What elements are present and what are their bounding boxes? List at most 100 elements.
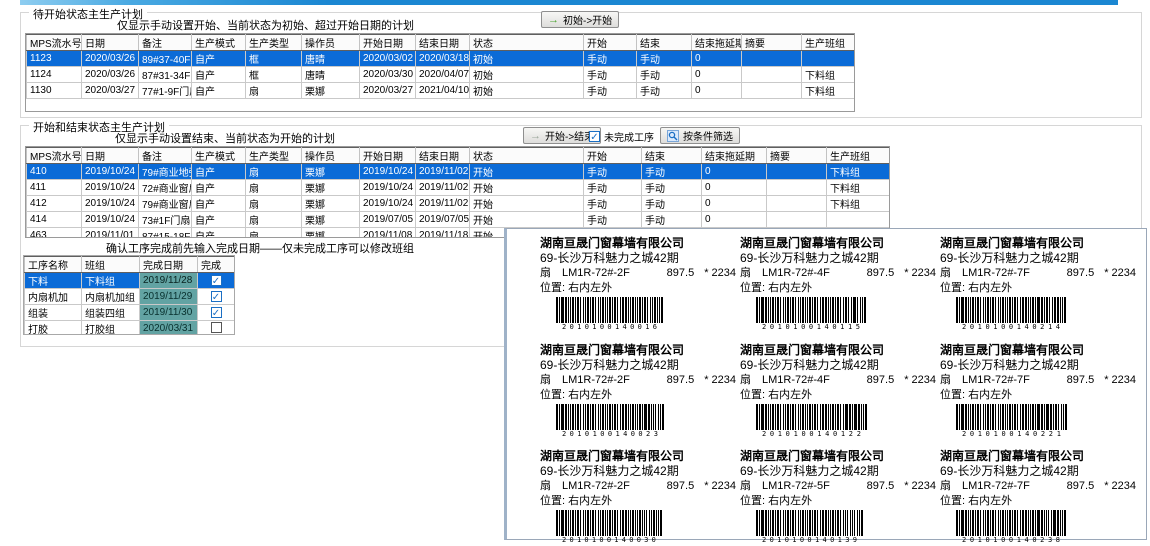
table-cell: 1130 [27, 83, 82, 99]
column-header[interactable]: 状态 [470, 35, 584, 51]
table-cell: 72#商业窗扇 [139, 180, 192, 196]
label-item-type: 扇 [740, 479, 762, 494]
column-header[interactable]: 结束 [637, 35, 692, 51]
column-header[interactable]: 操作员 [302, 148, 360, 164]
table-row[interactable]: 4102019/10/2479#商业地弹…自产扇栗娜2019/10/242019… [27, 164, 890, 180]
table-cell: 手动 [642, 196, 702, 212]
label-qty: * 2234 [904, 373, 936, 388]
table-cell: 栗娜 [302, 83, 360, 99]
label-model: LM1R-72#-2F [562, 373, 667, 388]
column-header[interactable]: 生产模式 [192, 148, 246, 164]
table-cell: 自产 [192, 67, 246, 83]
column-header[interactable]: 日期 [82, 148, 139, 164]
table-row[interactable]: 11302020/03/2777#1-9F门扇自产扇栗娜2020/03/2720… [27, 83, 855, 99]
column-header[interactable]: 完成 [198, 257, 235, 273]
complete-checkbox[interactable]: ✓ [211, 307, 222, 318]
column-header[interactable]: 完成日期 [140, 257, 198, 273]
init-to-start-button[interactable]: → 初始->开始 [541, 11, 619, 28]
barcode-digits: 2010100140115 [756, 323, 866, 331]
table-row[interactable]: 4142019/10/2473#1F门扇窗扇自产扇栗娜2019/07/05201… [27, 212, 890, 228]
filter-magnifier-icon [667, 130, 679, 142]
table-cell: 89#37-40F门框 [139, 51, 192, 67]
table-cell: 下料组 [82, 273, 140, 289]
label-company: 湖南亘晟门窗幕墙有限公司 [740, 235, 936, 251]
table-cell: 初始 [470, 67, 584, 83]
filter-button[interactable]: 按条件筛选 [660, 127, 740, 144]
label-company: 湖南亘晟门窗幕墙有限公司 [740, 342, 936, 358]
column-header[interactable]: 结束拖延期 [692, 35, 742, 51]
label-company: 湖南亘晟门窗幕墙有限公司 [940, 448, 1136, 464]
label-model: LM1R-72#-4F [762, 373, 867, 388]
column-header[interactable]: 日期 [82, 35, 139, 51]
column-header[interactable]: 操作员 [302, 35, 360, 51]
print-label: 湖南亘晟门窗幕墙有限公司69-长沙万科魅力之城42期扇LM1R-72#-7F89… [940, 448, 1136, 546]
barcode-label-panel: 湖南亘晟门窗幕墙有限公司69-长沙万科魅力之城42期扇LM1R-72#-2F89… [504, 228, 1147, 540]
label-model: LM1R-72#-5F [762, 479, 867, 494]
barcode: 2010100140030 [556, 510, 662, 544]
barcode: 2010100140122 [756, 404, 867, 438]
label-item-type: 扇 [740, 266, 762, 281]
label-size: 897.5 [867, 479, 895, 494]
process-table-wrap: 工序名称班组完成日期完成下料下料组2019/11/28✓内扇机加内扇机加组201… [23, 255, 235, 335]
column-header[interactable]: 生产班组 [827, 148, 890, 164]
pending-plan-note: 仅显示手动设置开始、当前状态为初始、超过开始日期的计划 [117, 17, 414, 33]
table-row[interactable]: 4122019/10/2479#商业窗扇自产扇栗娜2019/10/242019/… [27, 196, 890, 212]
label-item-type: 扇 [940, 479, 962, 494]
print-label: 湖南亘晟门窗幕墙有限公司69-长沙万科魅力之城42期扇LM1R-72#-2F89… [540, 235, 736, 335]
column-header[interactable]: 开始日期 [360, 35, 416, 51]
table-cell: 73#1F门扇窗扇 [139, 212, 192, 228]
column-header[interactable]: MPS流水号 [27, 35, 82, 51]
label-size: 897.5 [867, 373, 895, 388]
table-row[interactable]: 组装组装四组2019/11/30✓ [25, 305, 235, 321]
column-header[interactable]: 生产类型 [246, 35, 302, 51]
label-size: 897.5 [667, 266, 695, 281]
table-row[interactable]: 内扇机加内扇机加组2019/11/29✓ [25, 289, 235, 305]
complete-checkbox[interactable]: ✓ [211, 275, 222, 286]
table-cell: 2019/10/24 [82, 180, 139, 196]
table-cell: 2019/10/24 [360, 180, 416, 196]
table-cell: 自产 [192, 196, 246, 212]
process-table: 工序名称班组完成日期完成下料下料组2019/11/28✓内扇机加内扇机加组201… [24, 256, 234, 335]
column-header[interactable]: 备注 [139, 148, 192, 164]
table-row[interactable]: 打胶打胶组2020/03/31 [25, 321, 235, 336]
column-header[interactable]: 开始日期 [360, 148, 416, 164]
column-header[interactable]: 备注 [139, 35, 192, 51]
column-header[interactable]: 生产模式 [192, 35, 246, 51]
table-row[interactable]: 4112019/10/2472#商业窗扇自产扇栗娜2019/10/242019/… [27, 180, 890, 196]
column-header[interactable]: 生产类型 [246, 148, 302, 164]
barcode-bars [556, 510, 662, 536]
column-header[interactable]: 结束 [642, 148, 702, 164]
column-header[interactable]: 状态 [470, 148, 584, 164]
table-row[interactable]: 11232020/03/2689#37-40F门框自产框唐晴2020/03/02… [27, 51, 855, 67]
unfinished-process-checkbox[interactable]: ✓ [589, 131, 600, 142]
label-project: 69-长沙万科魅力之城42期 [740, 464, 936, 479]
pending-plan-table: MPS流水号日期备注生产模式生产类型操作员开始日期结束日期状态开始结束结束拖延期… [26, 34, 854, 99]
column-header[interactable]: 结束日期 [416, 148, 470, 164]
print-label: 湖南亘晟门窗幕墙有限公司69-长沙万科魅力之城42期扇LM1R-72#-7F89… [940, 342, 1136, 442]
label-qty: * 2234 [704, 373, 736, 388]
label-model: LM1R-72#-7F [962, 266, 1067, 281]
column-header[interactable]: 结束日期 [416, 35, 470, 51]
column-header[interactable]: 开始 [584, 148, 642, 164]
table-row[interactable]: 下料下料组2019/11/28✓ [25, 273, 235, 289]
table-row[interactable]: 11242020/03/2687#31-34F门框自产框唐晴2020/03/30… [27, 67, 855, 83]
table-cell: 2019/11/29 [140, 289, 198, 305]
table-cell: 下料组 [802, 67, 855, 83]
table-cell: 2019/10/24 [360, 196, 416, 212]
table-cell: 唐晴 [302, 67, 360, 83]
column-header[interactable]: 生产班组 [802, 35, 855, 51]
complete-checkbox[interactable]: ✓ [211, 291, 222, 302]
column-header[interactable]: 结束拖延期 [702, 148, 767, 164]
column-header[interactable]: 摘要 [767, 148, 827, 164]
table-cell: 开始 [470, 164, 584, 180]
column-header[interactable]: 开始 [584, 35, 637, 51]
label-size: 897.5 [1067, 373, 1095, 388]
complete-checkbox[interactable] [211, 322, 222, 333]
column-header[interactable]: 摘要 [742, 35, 802, 51]
column-header[interactable]: 工序名称 [25, 257, 82, 273]
table-cell: 2019/07/05 [360, 212, 416, 228]
table-cell: 2019/11/18 [416, 228, 470, 239]
label-project: 69-长沙万科魅力之城42期 [940, 464, 1136, 479]
column-header[interactable]: MPS流水号 [27, 148, 82, 164]
column-header[interactable]: 班组 [82, 257, 140, 273]
